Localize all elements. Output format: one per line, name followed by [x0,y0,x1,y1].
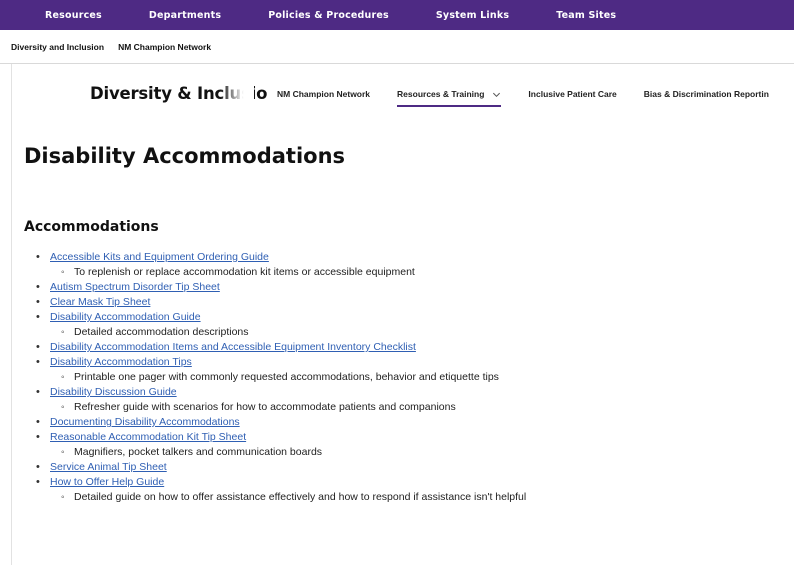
top-nav-resources[interactable]: Resources [45,10,102,21]
site-nav-label: Bias & Discrimination Reportin [643,89,769,99]
list-item: Accessible Kits and Equipment Ordering G… [36,250,786,280]
list-item: Clear Mask Tip Sheet [36,295,786,310]
resource-description: Magnifiers, pocket talkers and communica… [50,445,786,460]
site-nav-inclusive-patient-care[interactable]: Inclusive Patient Care [528,89,616,99]
list-item: Disability Discussion Guide Refresher gu… [36,385,786,415]
accommodations-list: Accessible Kits and Equipment Ordering G… [36,250,786,505]
resource-link[interactable]: Disability Accommodation Items and Acces… [50,341,416,353]
site-header: Diversity & Inclusio NM Champion Network… [0,80,794,120]
chevron-down-icon[interactable] [492,90,501,99]
list-item: Autism Spectrum Disorder Tip Sheet [36,280,786,295]
resource-description: Detailed accommodation descriptions [50,325,786,340]
site-nav-label: NM Champion Network [277,89,371,99]
site-nav-bias-discrimination-reporting[interactable]: Bias & Discrimination Reportin [644,89,769,99]
resource-link[interactable]: Documenting Disability Accommodations [50,416,240,428]
resource-link[interactable]: Autism Spectrum Disorder Tip Sheet [50,281,220,293]
list-item: How to Offer Help Guide Detailed guide o… [36,475,786,505]
content-divider [11,64,12,565]
resource-link[interactable]: Reasonable Accommodation Kit Tip Sheet [50,431,246,443]
site-nav: NM Champion Network Resources & Training… [277,89,794,107]
site-nav-label: Resources & Training [397,89,485,99]
resource-link[interactable]: Disability Discussion Guide [50,386,177,398]
top-nav-departments[interactable]: Departments [149,10,221,21]
list-item: Documenting Disability Accommodations [36,415,786,430]
resource-link[interactable]: Clear Mask Tip Sheet [50,296,150,308]
breadcrumb: Diversity and Inclusion NM Champion Netw… [0,30,794,64]
resource-link[interactable]: Accessible Kits and Equipment Ordering G… [50,251,269,263]
top-nav-system-links[interactable]: System Links [436,10,509,21]
resource-description: Printable one pager with commonly reques… [50,370,786,385]
resource-link[interactable]: Disability Accommodation Guide [50,311,201,323]
breadcrumb-diversity-inclusion[interactable]: Diversity and Inclusion [11,42,104,52]
site-nav-nm-champion-network[interactable]: NM Champion Network [277,89,370,99]
list-item: Disability Accommodation Items and Acces… [36,340,786,355]
list-item: Disability Accommodation Guide Detailed … [36,310,786,340]
resource-link[interactable]: How to Offer Help Guide [50,476,164,488]
list-item: Service Animal Tip Sheet [36,460,786,475]
resource-link[interactable]: Disability Accommodation Tips [50,356,192,368]
page-title: Disability Accommodations [24,144,346,168]
resource-link[interactable]: Service Animal Tip Sheet [50,461,167,473]
global-top-nav: Resources Departments Policies & Procedu… [0,0,794,30]
site-nav-label: Inclusive Patient Care [528,89,617,99]
top-nav-team-sites[interactable]: Team Sites [556,10,616,21]
section-title: Accommodations [24,219,159,235]
list-item: Reasonable Accommodation Kit Tip Sheet M… [36,430,786,460]
resource-description: Refresher guide with scenarios for how t… [50,400,786,415]
list-item: Disability Accommodation Tips Printable … [36,355,786,385]
site-nav-resources-training[interactable]: Resources & Training [397,89,502,107]
top-nav-policies-procedures[interactable]: Policies & Procedures [268,10,389,21]
breadcrumb-nm-champion-network[interactable]: NM Champion Network [118,42,211,52]
resource-description: To replenish or replace accommodation ki… [50,265,786,280]
resource-description: Detailed guide on how to offer assistanc… [50,490,786,505]
brand-truncation-fade [220,80,254,110]
